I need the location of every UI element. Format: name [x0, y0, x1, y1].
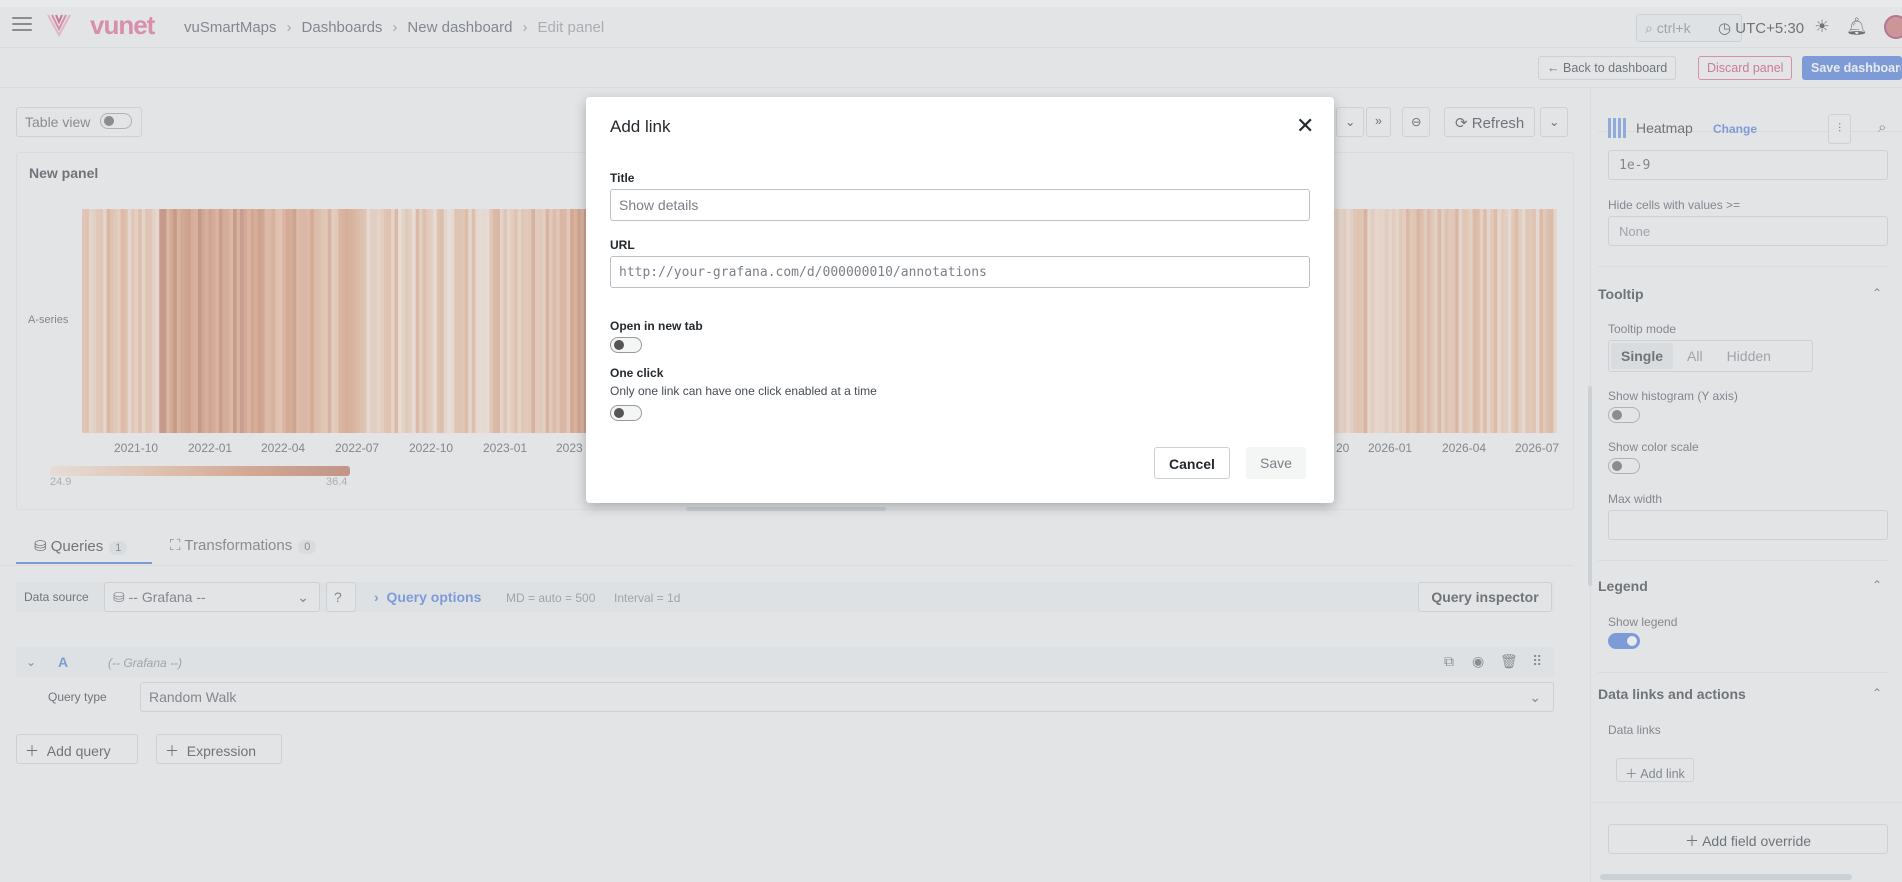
one-click-label: One click: [610, 366, 664, 380]
one-click-description: Only one link can have one click enabled…: [610, 384, 877, 398]
close-icon[interactable]: ✕: [1296, 113, 1314, 139]
title-field-label: Title: [610, 171, 635, 185]
url-field-label: URL: [610, 238, 635, 252]
title-input[interactable]: [610, 189, 1310, 221]
open-new-tab-label: Open in new tab: [610, 319, 703, 333]
panel-splitter-handle[interactable]: [686, 507, 886, 511]
one-click-switch[interactable]: [610, 405, 642, 421]
save-button[interactable]: Save: [1246, 447, 1306, 479]
add-link-modal: Add link ✕ Title URL Open in new tab One…: [586, 97, 1334, 503]
open-new-tab-switch[interactable]: [610, 337, 642, 353]
cancel-button[interactable]: Cancel: [1154, 447, 1230, 479]
modal-title: Add link: [610, 117, 671, 136]
url-input[interactable]: [610, 256, 1310, 288]
